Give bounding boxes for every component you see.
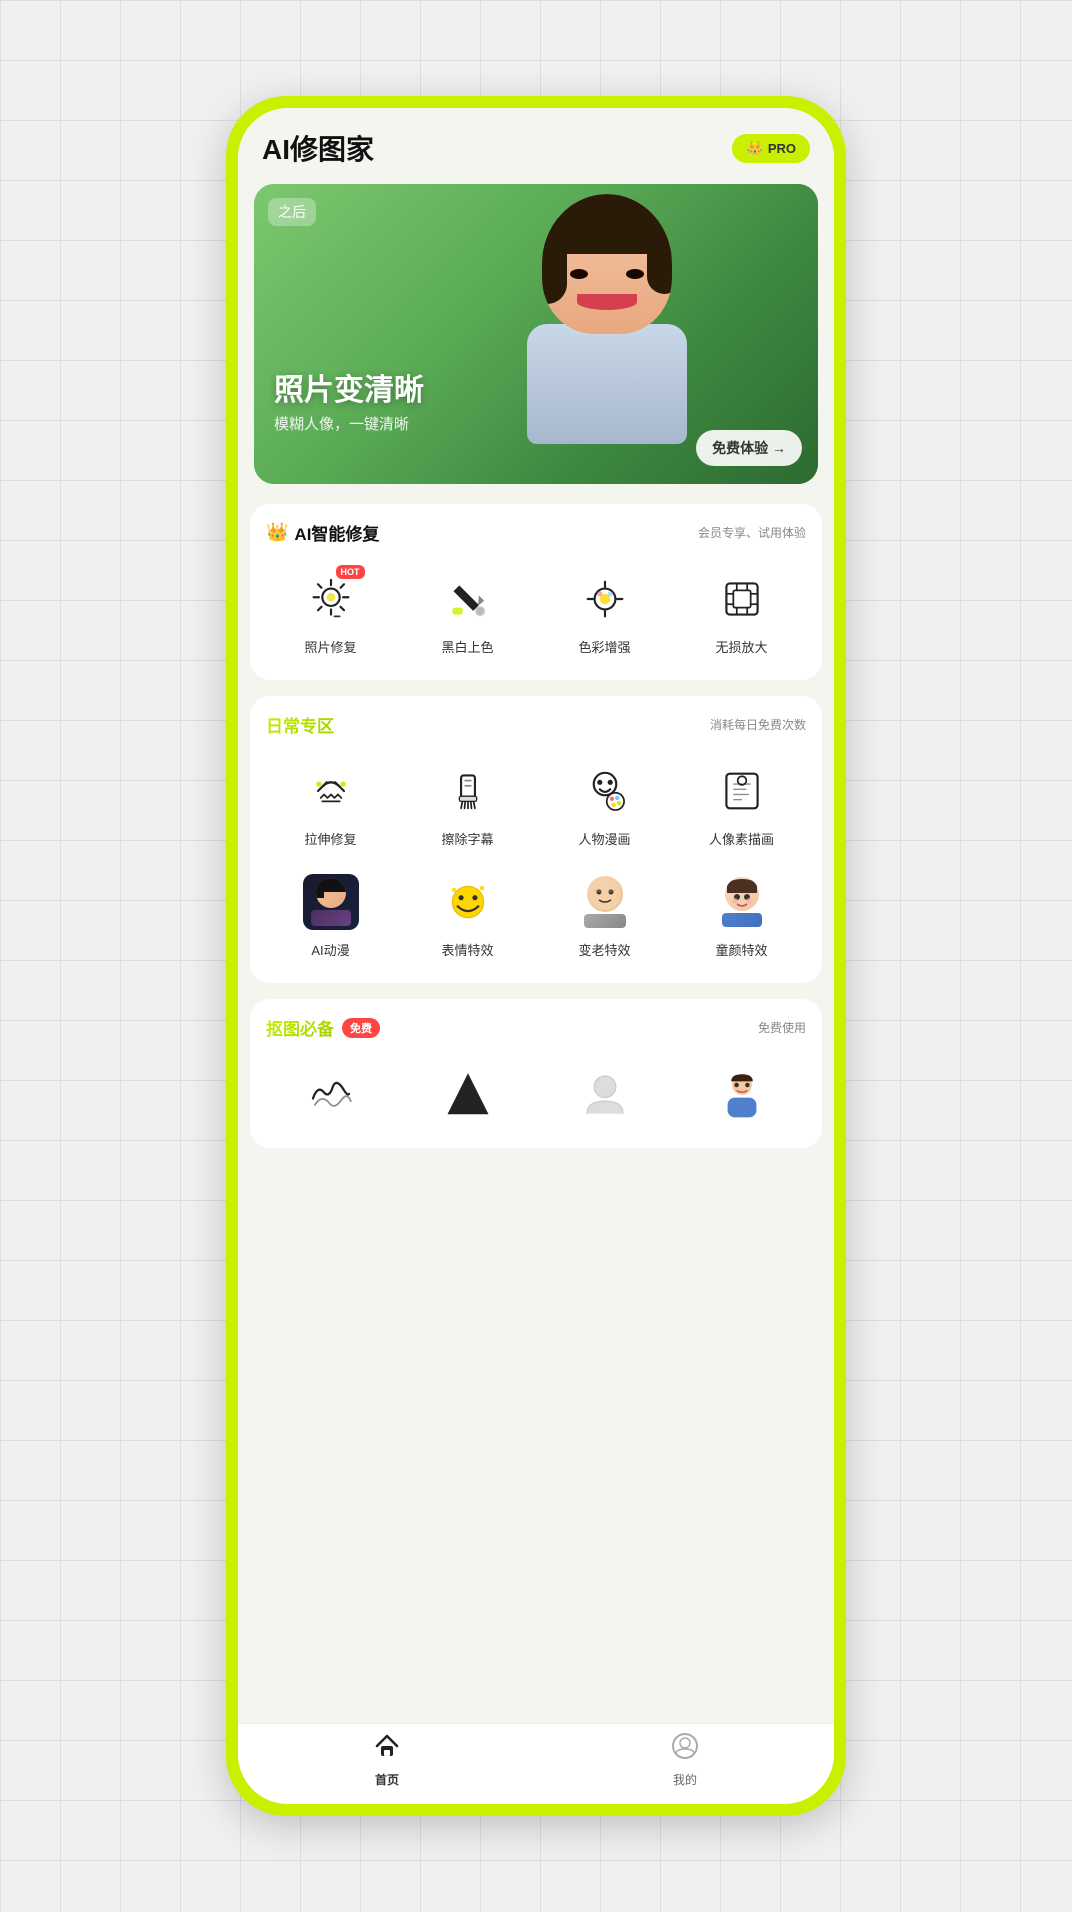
cutout-icon-grid [266,1056,806,1132]
ai-section-title: 👑 AI智能修复 [266,520,379,545]
daily-item-label-7: 童颜特效 [715,940,767,959]
hero-banner: 之后 照片变清晰 模糊人像，一键清晰 免费体验 → [254,184,818,484]
ai-item-photo-repair[interactable]: HOT 照片修复 [266,561,395,664]
ai-item-colorize[interactable]: 黑白上色 [403,561,532,664]
daily-item-label-2: 人物漫画 [578,829,630,848]
ai-section-header: 👑 AI智能修复 会员专享、试用体验 [266,520,806,545]
cutout-section-title: 抠图必备 免费 [266,1015,380,1040]
daily-icon-grid: 拉伸修复 [266,753,806,967]
daily-section: 日常专区 消耗每日免费次数 [250,696,822,983]
daily-title-text: 日常专区 [266,712,334,737]
cutout-section-header: 抠图必备 免费 免费使用 [266,1015,806,1040]
daily-item-expression[interactable]: 表情特效 [403,864,532,967]
ai-item-label-1: 黑白上色 [441,637,493,656]
cutout-icon-1 [438,1064,498,1124]
cutout-section-subtitle: 免费使用 [758,1019,806,1036]
nav-item-home[interactable]: 首页 [238,1732,536,1788]
ai-item-upscale[interactable]: 无损放大 [677,561,806,664]
hot-badge: HOT [336,565,365,579]
ai-item-label-0: 照片修复 [304,637,356,656]
cutout-item-3[interactable] [677,1056,806,1132]
cutout-icon-3 [712,1064,772,1124]
daily-item-cartoon[interactable]: 人物漫画 [540,753,669,856]
daily-item-label-6: 变老特效 [578,940,630,959]
daily-section-title: 日常专区 [266,712,334,737]
pro-label: PRO [768,141,796,156]
daily-item-erase[interactable]: 擦除字幕 [403,753,532,856]
nav-label-home: 首页 [375,1771,399,1788]
ai-item-label-3: 无损放大 [715,637,767,656]
hero-main-text: 照片变清晰 [274,373,424,409]
daily-item-stretch[interactable]: 拉伸修复 [266,753,395,856]
daily-item-young[interactable]: 童颜特效 [677,864,806,967]
daily-item-label-1: 擦除字幕 [441,829,493,848]
daily-item-label-0: 拉伸修复 [304,829,356,848]
home-nav-icon [373,1732,401,1767]
daily-section-subtitle: 消耗每日免费次数 [710,716,806,733]
free-badge: 免费 [342,1018,380,1038]
stretch-icon [301,761,361,821]
ai-title-text: AI智能修复 [294,520,379,545]
daily-item-anime[interactable]: AI动漫 [266,864,395,967]
daily-item-label-4: AI动漫 [311,940,349,959]
daily-item-label-5: 表情特效 [441,940,493,959]
pro-badge[interactable]: 👑 PRO [732,134,810,163]
nav-item-profile[interactable]: 我的 [536,1732,834,1788]
ai-item-label-2: 色彩增强 [578,637,630,656]
cutout-icon-0 [301,1064,361,1124]
daily-item-label-3: 人像素描画 [709,829,774,848]
hero-text-block: 照片变清晰 模糊人像，一键清晰 [274,373,424,434]
cartoon-icon [575,761,635,821]
hero-after-label: 之后 [268,198,316,226]
ai-item-enhance[interactable]: 色彩增强 [540,561,669,664]
daily-item-sketch[interactable]: 人像素描画 [677,753,806,856]
bottom-nav: 首页 我的 [238,1723,834,1804]
app-title: AI修图家 [262,128,374,168]
cutout-item-2[interactable] [540,1056,669,1132]
age-icon [575,872,635,932]
cutout-icon-2 [575,1064,635,1124]
ai-section: 👑 AI智能修复 会员专享、试用体验 [250,504,822,680]
nav-label-profile: 我的 [673,1771,697,1788]
cutout-section: 抠图必备 免费 免费使用 [250,999,822,1148]
colorize-icon [438,569,498,629]
photo-repair-icon: HOT [301,569,361,629]
hero-cta-button[interactable]: 免费体验 → [696,430,802,466]
ai-section-subtitle: 会员专享、试用体验 [698,524,806,541]
crown-icon: 👑 [746,140,763,157]
cutout-title-text: 抠图必备 [266,1015,334,1040]
expression-icon [438,872,498,932]
young-icon [712,872,772,932]
app-header: AI修图家 👑 PRO [238,108,834,184]
cutout-item-0[interactable] [266,1056,395,1132]
enhance-icon [575,569,635,629]
erase-icon [438,761,498,821]
sketch-icon [712,761,772,821]
anime-icon [301,872,361,932]
hero-sub-text: 模糊人像，一键清晰 [274,413,424,434]
cutout-item-1[interactable] [403,1056,532,1132]
upscale-icon [712,569,772,629]
daily-item-age[interactable]: 变老特效 [540,864,669,967]
crown-icon-ai: 👑 [266,522,288,543]
daily-section-header: 日常专区 消耗每日免费次数 [266,712,806,737]
profile-nav-icon [671,1732,699,1767]
ai-icon-grid: HOT 照片修复 [266,561,806,664]
